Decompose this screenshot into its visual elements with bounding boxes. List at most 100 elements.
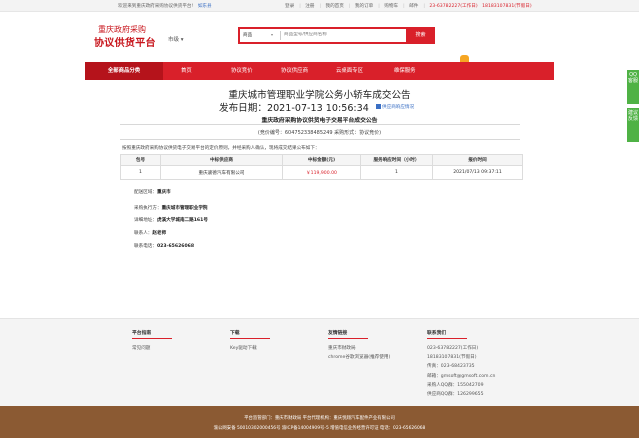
delivery-area: 配送区域：重庆市	[134, 189, 171, 195]
purchase-unit-value: 重庆城市管理职业学院	[161, 206, 208, 211]
contact-person-label: 联系人：	[134, 231, 153, 236]
cell-supplier: 重庆骏德汽车有限公司	[160, 165, 283, 180]
bottom-bar: 平台监管部门：重庆市财政局 平台代理机构：重庆悦翔汽车配件产业有限公司 渝公网安…	[0, 406, 639, 438]
footer-contact-item: 023-63782227(工作日)	[427, 346, 479, 351]
phone-workday: 23-63782227(工作日)	[429, 4, 478, 9]
footer-guide-title: 平台指南	[132, 331, 152, 336]
nav-home[interactable]: 首页	[181, 62, 192, 80]
main-nav: 全部商品分类 首页 协议竞价 协议供应商 云桌面专区 维保服务	[85, 55, 554, 80]
footer-link-faq[interactable]: 常见问题	[132, 344, 172, 353]
detail-address: 详细地址：虎溪大学城南二路161号	[134, 217, 208, 223]
all-categories-menu[interactable]: 全部商品分类	[85, 62, 163, 80]
divider	[120, 124, 520, 125]
footer-download: 下载 Key驱动下载	[230, 329, 270, 353]
publish-date-label: 发布日期：	[219, 103, 267, 114]
publish-date-value: 2021-07-13 10:56:34	[266, 103, 369, 114]
footer-download-title: 下载	[230, 331, 240, 336]
cell-response-time: 1	[360, 165, 433, 180]
search-box: 商品 ▾ 搜索	[238, 27, 435, 44]
table-row: 1 重庆骏德汽车有限公司 ￥119,900.00 1 2021/07/13 09…	[120, 165, 523, 180]
page-title: 重庆城市管理职业学院公务小轿车成交公告	[228, 90, 411, 101]
document-icon	[376, 104, 381, 109]
cell-quote-time: 2021/07/13 09:37:11	[432, 165, 523, 180]
footer-contact-item: 邮箱：gmsoft@gmsoft.com.cn	[427, 373, 496, 379]
footer-contact-item: 18183107831(节假日)	[427, 355, 477, 361]
contact-person-value: 赵老师	[152, 231, 167, 236]
site-logo[interactable]: 重庆政府采购 协议供货平台	[92, 22, 162, 52]
result-table: 包号 中标供应商 中标金额(元) 服务响应时间（小时） 报价时间 1 重庆骏德汽…	[120, 154, 523, 180]
bid-meta: (竞价编号：604752338485249 采购形式：协议竞价)	[257, 130, 382, 136]
footer-underline	[328, 338, 368, 339]
contact-phone-value: 023-65626068	[156, 244, 195, 249]
footer: 平台指南 常见问题 下载 Key驱动下载 友情链接 重庆市财政局 chrome谷…	[0, 318, 639, 406]
phone-holiday: 18183107831(节假日)	[482, 4, 532, 9]
my-orders-link[interactable]: 我的订单	[355, 4, 373, 9]
footer-underline	[132, 338, 172, 339]
search-type-select[interactable]: 商品	[243, 32, 252, 38]
col-package: 包号	[120, 154, 161, 166]
footer-link-key-driver[interactable]: Key驱动下载	[230, 344, 270, 353]
chevron-down-icon: ▾	[180, 37, 184, 43]
welcome-text: 欢迎来到重庆政府采购协议供货平台!	[118, 4, 194, 9]
welcome-area: 欢迎来到重庆政府采购协议供货平台! 如东县	[118, 3, 212, 9]
detail-address-value: 虎溪大学城南二路161号	[156, 218, 208, 223]
footer-contact-item: 采购人QQ群：155042709	[427, 382, 484, 388]
footer-link-chrome[interactable]: chrome谷歌浏览器(推荐使用)	[328, 353, 390, 362]
footer-link-finance-bureau[interactable]: 重庆市财政局	[328, 344, 390, 353]
top-bar: 欢迎来到重庆政府采购协议供货平台! 如东县 登录 | 注册 | 我的首页 | 我的订单…	[0, 0, 639, 12]
supervision-info: 平台监管部门：重庆市财政局 平台代理机构：重庆悦翔汽车配件产业有限公司	[244, 416, 395, 421]
nav-maintenance[interactable]: 维保服务	[394, 62, 416, 80]
my-home-link[interactable]: 我的首页	[325, 4, 343, 9]
contact-phone: 联系电话：023-65626068	[134, 243, 194, 249]
nav-agreement-bidding[interactable]: 协议竞价	[231, 62, 253, 80]
footer-contact-item: 传真：023-68423735	[427, 364, 475, 370]
notice-intro: 按照重庆政府采购协议供货电子交易平台的定价原则，并经采购人确认，现将成交结果公布…	[122, 146, 320, 151]
mail-link[interactable]: 邮件	[409, 4, 418, 9]
divider	[120, 139, 520, 140]
col-response-time: 服务响应时间（小时）	[360, 154, 433, 166]
top-links: 登录 | 注册 | 我的首页 | 我的订单 | 购物车 | 邮件 | 23-63782227…	[285, 4, 532, 9]
contact-phone-label: 联系电话：	[134, 244, 157, 249]
detail-address-label: 详细地址：	[134, 218, 157, 223]
feedback-button[interactable]: 建议反馈	[627, 108, 639, 142]
supplier-response-label: 供应商响应情况	[382, 105, 415, 110]
search-input[interactable]	[284, 32, 402, 37]
delivery-area-label: 配送区域：	[134, 190, 157, 195]
contact-person: 联系人：赵老师	[134, 230, 166, 236]
supplier-response-link[interactable]: 供应商响应情况	[376, 104, 414, 110]
register-link[interactable]: 注册	[305, 4, 314, 9]
footer-underline	[427, 338, 467, 339]
purchase-unit-label: 采购执行方：	[134, 206, 162, 211]
area-selector[interactable]: 如东县	[198, 4, 212, 9]
search-divider	[280, 31, 281, 40]
cart-link[interactable]: 购物车	[384, 4, 398, 9]
nav-suppliers[interactable]: 协议供应商	[281, 62, 308, 80]
chevron-down-icon: ▾	[271, 32, 274, 37]
cell-package: 1	[120, 165, 161, 180]
city-label: 市级	[168, 37, 180, 43]
col-supplier: 中标供应商	[160, 154, 283, 166]
footer-contact: 联系我们 023-63782227(工作日) 18183107831(节假日) …	[427, 329, 495, 399]
cell-amount: ￥119,900.00	[282, 165, 361, 180]
logo-line2: 协议供货平台	[94, 38, 156, 49]
login-link[interactable]: 登录	[285, 4, 294, 9]
notice-subtitle: 重庆政府采购协议供货电子交易平台成交公告	[261, 118, 378, 124]
footer-contact-item: 供应商QQ群：126299655	[427, 392, 484, 398]
col-quote-time: 报价时间	[432, 154, 523, 166]
qq-service-button[interactable]: QQ客服	[627, 70, 639, 104]
footer-contact-title: 联系我们	[427, 331, 447, 336]
search-button[interactable]: 搜索	[406, 27, 435, 44]
purchase-unit: 采购执行方：重庆城市管理职业学院	[134, 205, 208, 211]
table-header-row: 包号 中标供应商 中标金额(元) 服务响应时间（小时） 报价时间	[120, 154, 523, 166]
delivery-area-value: 重庆市	[156, 190, 171, 195]
footer-friend-links-title: 友情链接	[328, 331, 348, 336]
license-info: 渝公网安备 50010302000456号 渝ICP备14004909号-5 增…	[213, 426, 426, 431]
publish-date: 发布日期：2021-07-13 10:56:34	[219, 100, 369, 114]
city-selector[interactable]: 市级 ▾	[168, 35, 184, 43]
nav-cloud-desktop[interactable]: 云桌面专区	[336, 62, 363, 80]
col-amount: 中标金额(元)	[282, 154, 361, 166]
hot-badge-icon	[460, 55, 469, 62]
footer-guide: 平台指南 常见问题	[132, 329, 172, 353]
footer-underline	[230, 338, 270, 339]
footer-friend-links: 友情链接 重庆市财政局 chrome谷歌浏览器(推荐使用)	[328, 329, 390, 362]
